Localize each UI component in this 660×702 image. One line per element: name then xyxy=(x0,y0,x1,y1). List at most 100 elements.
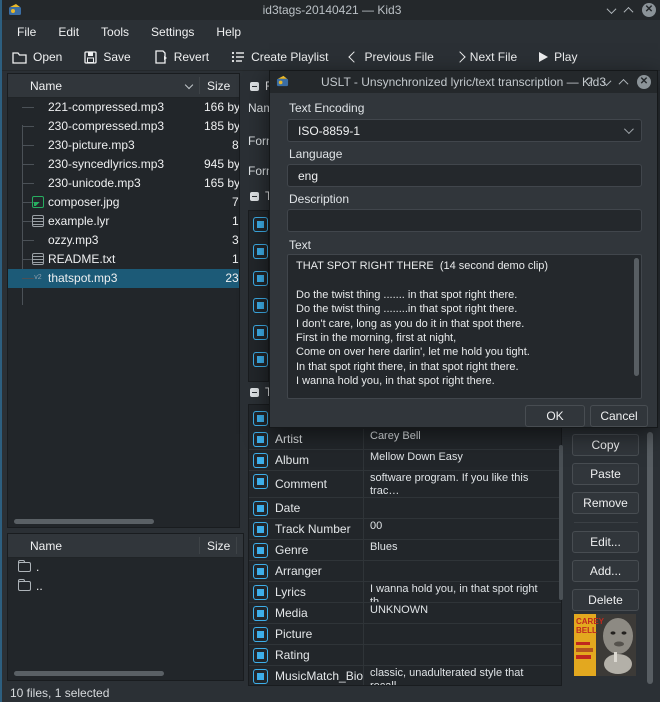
tag-table-row[interactable]: Album Mellow Down Easy xyxy=(249,450,561,471)
revert-button[interactable]: Revert xyxy=(153,50,209,64)
tag-table-row[interactable]: Artist Carey Bell xyxy=(249,429,561,450)
menu-file[interactable]: File xyxy=(6,21,47,43)
album-art-image[interactable]: CAREY BELL xyxy=(574,614,636,676)
menu-tools[interactable]: Tools xyxy=(90,21,140,43)
tag-field-value[interactable]: classic, unadulterated style that recall… xyxy=(363,666,559,685)
collapse-icon[interactable] xyxy=(250,387,259,397)
tag-field-checkbox[interactable] xyxy=(253,298,268,313)
tag-field-checkbox[interactable] xyxy=(253,411,268,426)
titlebar[interactable]: id3tags-20140421 — Kid3 ✕ xyxy=(2,0,660,20)
dir-list-header[interactable]: Name Size xyxy=(8,534,243,558)
tag-field-checkbox[interactable] xyxy=(253,543,268,558)
tag-table-row[interactable]: Lyrics I wanna hold you, in that spot rig… xyxy=(249,582,561,603)
file-row[interactable]: README.txt 1 kB xyxy=(8,250,239,269)
dir-row[interactable]: .. xyxy=(8,577,243,596)
tag-field-checkbox[interactable] xyxy=(253,432,268,447)
close-icon[interactable]: ✕ xyxy=(642,3,656,17)
add-button[interactable]: Add... xyxy=(572,560,639,582)
file-row[interactable]: v2 thatspot.mp3 23 kB xyxy=(8,269,239,288)
menu-help[interactable]: Help xyxy=(205,21,252,43)
tag-field-checkbox[interactable] xyxy=(253,271,268,286)
column-size[interactable]: Size xyxy=(207,539,230,553)
ok-button[interactable]: OK xyxy=(525,405,585,427)
tag-table-row[interactable]: Comment software program. If you like thi… xyxy=(249,471,561,498)
tag-field-checkbox[interactable] xyxy=(253,627,268,642)
tag-field-checkbox[interactable] xyxy=(253,606,268,621)
description-input[interactable] xyxy=(287,209,642,232)
menu-edit[interactable]: Edit xyxy=(47,21,90,43)
tag-field-value[interactable]: Mellow Down Easy xyxy=(363,450,559,470)
file-row[interactable]: 230-unicode.mp3 165 bytes xyxy=(8,174,239,193)
tag-field-value[interactable] xyxy=(363,624,559,644)
tag-table-row[interactable]: MusicMatch_Bio classic, unadulterated sty… xyxy=(249,666,561,685)
tag-field-value[interactable]: software program. If you like this trac…… xyxy=(363,471,559,497)
save-button[interactable]: Save xyxy=(84,50,131,64)
minimize-icon[interactable] xyxy=(601,75,612,86)
tag-field-value[interactable]: Blues xyxy=(363,540,559,560)
tag-field-checkbox[interactable] xyxy=(253,474,268,489)
play-button[interactable]: Play xyxy=(539,50,577,64)
previous-file-button[interactable]: Previous File xyxy=(348,50,434,64)
text-encoding-select[interactable]: ISO-8859-1 xyxy=(287,119,642,142)
dir-list-hscrollbar[interactable] xyxy=(14,671,164,676)
dir-row[interactable]: . xyxy=(8,558,243,577)
delete-button[interactable]: Delete xyxy=(572,589,639,611)
menu-settings[interactable]: Settings xyxy=(140,21,205,43)
tag-field-value[interactable] xyxy=(363,498,559,518)
tag-field-value[interactable]: UNKNOWN xyxy=(363,603,559,623)
column-size[interactable]: Size xyxy=(207,79,230,93)
cancel-button[interactable]: Cancel xyxy=(590,405,648,427)
maximize-icon[interactable] xyxy=(623,6,634,17)
file-list-hscrollbar[interactable] xyxy=(14,519,154,524)
tag-table-row[interactable]: Rating xyxy=(249,645,561,666)
tag-table-row[interactable]: Arranger xyxy=(249,561,561,582)
dialog-titlebar[interactable]: USLT - Unsynchronized lyric/text transcr… xyxy=(270,71,657,93)
column-name[interactable]: Name xyxy=(30,79,62,93)
tag-table-row[interactable]: Genre Blues xyxy=(249,540,561,561)
tag-field-value[interactable]: 00 xyxy=(363,519,559,539)
paste-button[interactable]: Paste xyxy=(572,463,639,485)
edit-button[interactable]: Edit... xyxy=(572,531,639,553)
tag-field-checkbox[interactable] xyxy=(253,352,268,367)
create-playlist-button[interactable]: Create Playlist xyxy=(231,50,328,64)
file-row[interactable]: 230-picture.mp3 8 kB xyxy=(8,136,239,155)
file-list-header[interactable]: Name Size xyxy=(8,74,239,98)
tag-field-checkbox[interactable] xyxy=(253,217,268,232)
tag-field-checkbox[interactable] xyxy=(253,244,268,259)
column-name[interactable]: Name xyxy=(30,539,62,553)
close-icon[interactable]: ✕ xyxy=(637,75,651,89)
collapse-icon[interactable] xyxy=(250,81,259,91)
file-row[interactable]: 230-syncedlyrics.mp3 945 bytes xyxy=(8,155,239,174)
help-icon[interactable]: ? xyxy=(586,75,593,89)
maximize-icon[interactable] xyxy=(618,78,629,89)
tag-field-checkbox[interactable] xyxy=(253,648,268,663)
tag-field-checkbox[interactable] xyxy=(253,564,268,579)
tag-field-checkbox[interactable] xyxy=(253,453,268,468)
collapse-icon[interactable] xyxy=(250,191,259,201)
right-panel-vscrollbar[interactable] xyxy=(647,432,653,684)
tag-field-checkbox[interactable] xyxy=(253,325,268,340)
tag-field-checkbox[interactable] xyxy=(253,501,268,516)
open-button[interactable]: Open xyxy=(12,50,62,64)
tag-field-value[interactable]: I wanna hold you, in that spot right th… xyxy=(363,582,559,602)
textarea-vscrollbar[interactable] xyxy=(634,258,639,376)
tag-table-row[interactable]: Date xyxy=(249,498,561,519)
tag-table-row[interactable]: Picture xyxy=(249,624,561,645)
file-row[interactable]: composer.jpg 7 kB xyxy=(8,193,239,212)
file-row[interactable]: example.lyr 1 kB xyxy=(8,212,239,231)
minimize-icon[interactable] xyxy=(606,3,617,14)
tag-table-row[interactable]: Media UNKNOWN xyxy=(249,603,561,624)
file-row[interactable]: ozzy.mp3 3 kB xyxy=(8,231,239,250)
tag-field-checkbox[interactable] xyxy=(253,669,268,684)
tag-field-checkbox[interactable] xyxy=(253,522,268,537)
lyrics-textarea[interactable]: THAT SPOT RIGHT THERE (14 second demo cl… xyxy=(287,254,642,399)
tag-field-value[interactable] xyxy=(363,561,559,581)
copy-button[interactable]: Copy xyxy=(572,434,639,456)
file-row[interactable]: 221-compressed.mp3 166 bytes xyxy=(8,98,239,117)
tag-field-value[interactable] xyxy=(363,645,559,665)
remove-button[interactable]: Remove xyxy=(572,492,639,514)
tag-table-row[interactable]: Track Number 00 xyxy=(249,519,561,540)
tag-field-checkbox[interactable] xyxy=(253,585,268,600)
file-row[interactable]: 230-compressed.mp3 185 bytes xyxy=(8,117,239,136)
tag-table-vscrollbar[interactable] xyxy=(559,445,563,600)
